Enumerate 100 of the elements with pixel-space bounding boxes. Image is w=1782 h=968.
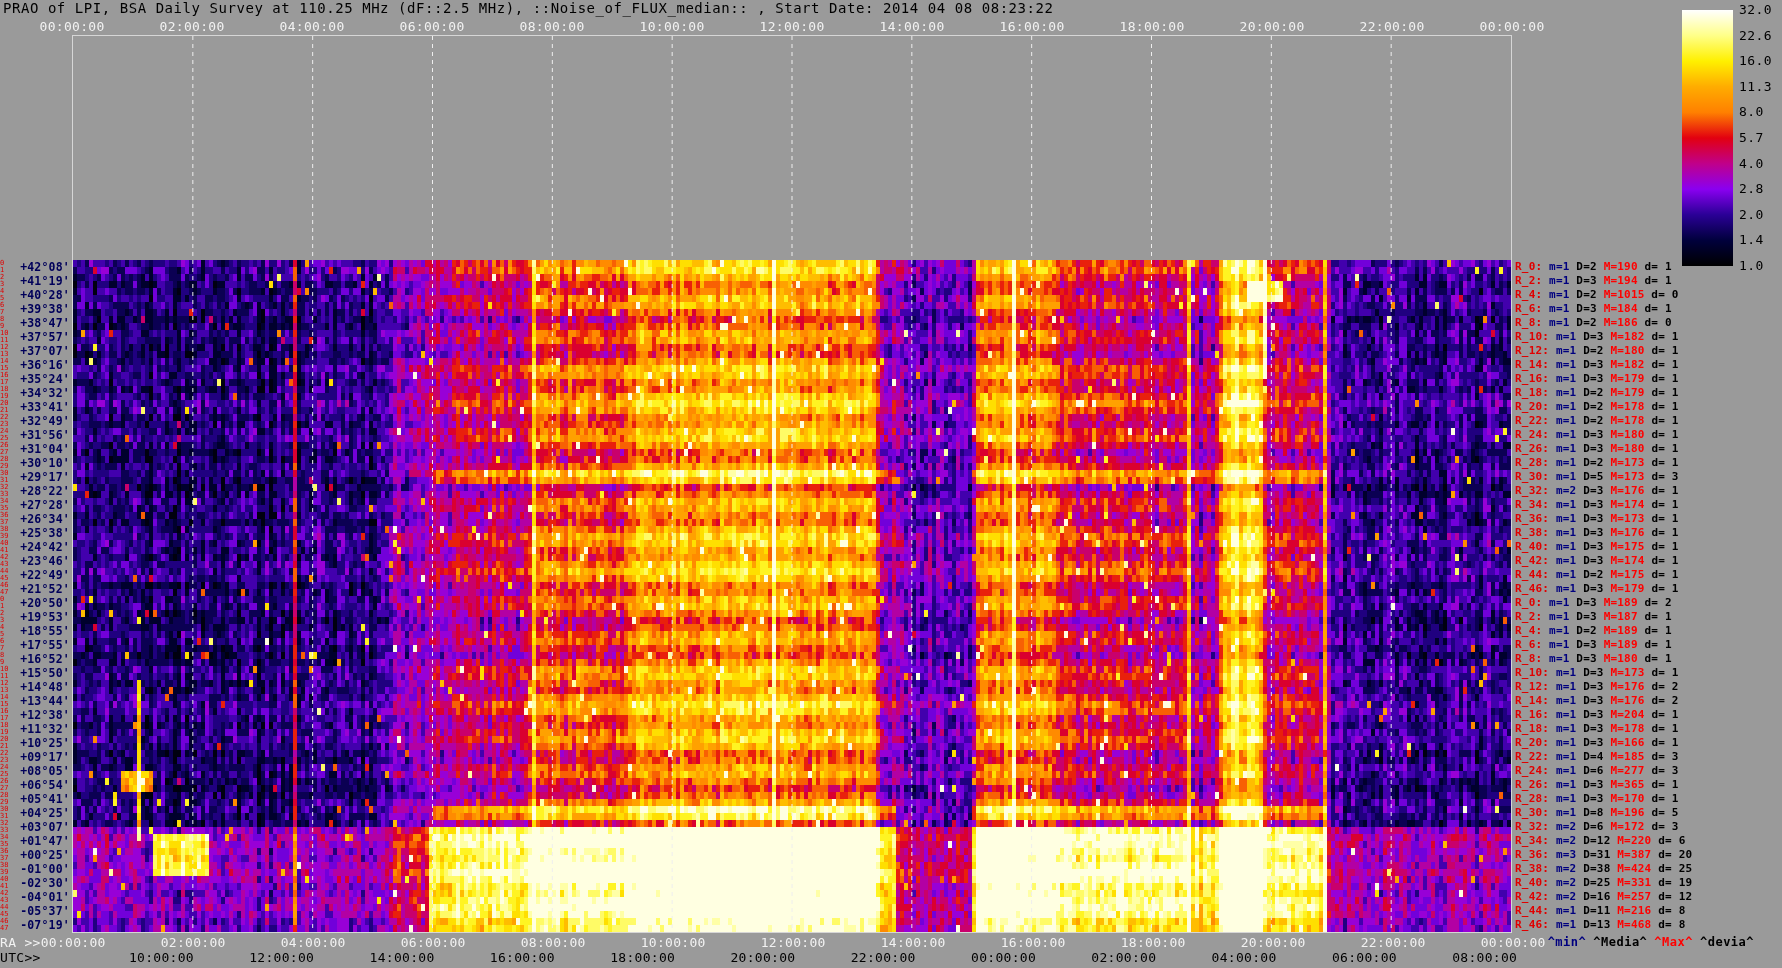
scale-label: 5.7 <box>1739 131 1765 144</box>
row-label: R_20: <box>1515 400 1550 414</box>
deviation-value: d= 25 <box>1658 862 1693 876</box>
min-value: m=1 <box>1549 638 1570 652</box>
declination-label: -04°01' <box>20 890 71 904</box>
min-value: m=1 <box>1555 400 1577 414</box>
deviation-value: d= 1 <box>1651 568 1679 582</box>
min-value: m=1 <box>1555 470 1577 484</box>
utc-tick-label: 20:00:00 <box>730 950 796 965</box>
min-value: m=1 <box>1555 554 1577 568</box>
row-label: R_6: <box>1515 638 1543 652</box>
min-value: m=1 <box>1555 722 1577 736</box>
row-label: R_24: <box>1515 428 1550 442</box>
legend-label: ^devia^ <box>1699 935 1755 950</box>
max-value: M=179 <box>1610 582 1645 596</box>
min-value: m=1 <box>1549 260 1570 274</box>
max-value: M=257 <box>1617 890 1652 904</box>
deviation-value: d= 1 <box>1651 442 1679 456</box>
row-label: R_24: <box>1515 764 1550 778</box>
max-value: M=277 <box>1610 764 1645 778</box>
median-value: D=2 <box>1583 568 1604 582</box>
row-label: R_20: <box>1515 736 1550 750</box>
ra-tick-label: 06:00:00 <box>400 935 466 950</box>
min-value: m=2 <box>1555 820 1577 834</box>
max-value: M=166 <box>1610 736 1645 750</box>
median-value: D=6 <box>1583 764 1604 778</box>
max-value: M=190 <box>1603 260 1638 274</box>
max-value: M=179 <box>1610 386 1645 400</box>
deviation-value: d= 1 <box>1651 498 1679 512</box>
median-value: D=8 <box>1583 806 1604 820</box>
median-value: D=3 <box>1583 498 1604 512</box>
declination-label: +14°48' <box>20 680 71 694</box>
deviation-value: d= 1 <box>1651 736 1679 750</box>
ra-tick-label: 14:00:00 <box>880 935 946 950</box>
scale-label: 4.0 <box>1739 157 1765 170</box>
deviation-value: d= 1 <box>1651 778 1679 792</box>
deviation-value: d= 1 <box>1651 386 1679 400</box>
declination-label: +35°24' <box>20 372 71 386</box>
median-value: D=3 <box>1583 554 1604 568</box>
deviation-value: d= 2 <box>1651 680 1679 694</box>
scale-label: 22.6 <box>1739 29 1772 42</box>
row-label: R_14: <box>1515 358 1550 372</box>
declination-label: +27°28' <box>20 498 71 512</box>
median-value: D=3 <box>1583 428 1604 442</box>
median-value: D=3 <box>1583 330 1604 344</box>
max-value: M=180 <box>1610 442 1645 456</box>
row-label: R_2: <box>1515 274 1543 288</box>
deviation-value: d= 1 <box>1651 526 1679 540</box>
utc-tick-label: 22:00:00 <box>850 950 916 965</box>
max-value: M=173 <box>1610 512 1645 526</box>
row-label: R_8: <box>1515 316 1543 330</box>
declination-label: +15°50' <box>20 666 71 680</box>
median-value: D=2 <box>1583 414 1604 428</box>
min-value: m=1 <box>1555 750 1577 764</box>
declination-label: +01°47' <box>20 834 71 848</box>
max-value: M=178 <box>1610 722 1645 736</box>
utc-tick-label: 08:00:00 <box>1452 950 1518 965</box>
time-tick-label: 16:00:00 <box>999 18 1065 34</box>
min-value: m=1 <box>1555 386 1577 400</box>
median-value: D=4 <box>1583 750 1604 764</box>
declination-label: +33°41' <box>20 400 71 414</box>
max-value: M=180 <box>1603 652 1638 666</box>
min-value: m=1 <box>1555 512 1577 526</box>
max-value: M=179 <box>1610 372 1645 386</box>
deviation-value: d= 6 <box>1658 834 1686 848</box>
deviation-value: d= 8 <box>1658 904 1686 918</box>
median-value: D=2 <box>1583 456 1604 470</box>
median-value: D=2 <box>1583 344 1604 358</box>
max-value: M=1015 <box>1603 288 1645 302</box>
declination-label: +42°08' <box>20 260 71 274</box>
deviation-value: d= 1 <box>1651 666 1679 680</box>
max-value: M=173 <box>1610 666 1645 680</box>
max-value: M=173 <box>1610 456 1645 470</box>
min-value: m=1 <box>1555 582 1577 596</box>
min-value: m=1 <box>1555 372 1577 386</box>
time-tick-label: 08:00:00 <box>519 18 585 34</box>
legend-label: ^min^ <box>1547 935 1587 950</box>
max-value: M=196 <box>1610 806 1645 820</box>
max-value: M=468 <box>1617 918 1652 932</box>
declination-label: +03°07' <box>20 820 71 834</box>
deviation-value: d= 1 <box>1651 456 1679 470</box>
deviation-value: d= 20 <box>1658 848 1693 862</box>
deviation-value: d= 19 <box>1658 876 1693 890</box>
max-value: M=186 <box>1603 316 1638 330</box>
min-value: m=1 <box>1555 918 1577 932</box>
median-value: D=2 <box>1576 624 1597 638</box>
min-value: m=1 <box>1549 274 1570 288</box>
declination-label: +04°25' <box>20 806 71 820</box>
deviation-value: d= 1 <box>1651 722 1679 736</box>
min-value: m=1 <box>1549 316 1570 330</box>
utc-tick-label: 18:00:00 <box>610 950 676 965</box>
min-value: m=1 <box>1555 904 1577 918</box>
time-tick-label: 12:00:00 <box>759 18 825 34</box>
min-value: m=1 <box>1549 302 1570 316</box>
min-value: m=1 <box>1555 666 1577 680</box>
time-tick-label: 00:00:00 <box>39 18 105 34</box>
ra-tick-label: 22:00:00 <box>1360 935 1426 950</box>
row-label: R_46: <box>1515 582 1550 596</box>
median-value: D=16 <box>1583 890 1611 904</box>
median-value: D=3 <box>1583 778 1604 792</box>
